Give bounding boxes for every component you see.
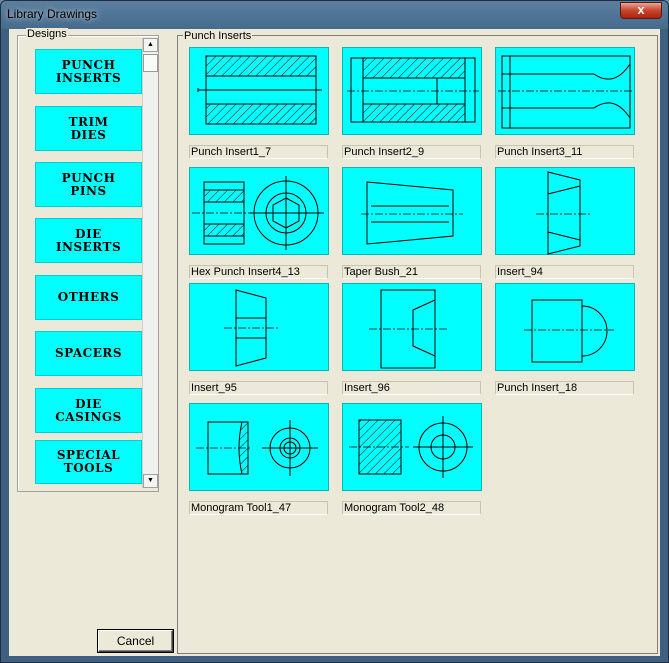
drawing-caption: Insert_96 <box>342 381 481 395</box>
design-button-die-inserts[interactable]: DIE INSERTS <box>35 218 142 263</box>
scroll-down-arrow-icon[interactable]: ▼ <box>143 474 158 488</box>
drawing-card-taper-bush[interactable]: Taper Bush_21 <box>342 167 482 279</box>
designs-group: Designs PUNCH INSERTS TRIM DIES PUNCH PI… <box>17 28 159 492</box>
design-button-others[interactable]: OTHERS <box>35 275 142 320</box>
drawing-caption: Insert_95 <box>189 381 328 395</box>
drawing-card-punch-insert2[interactable]: Punch Insert2_9 <box>342 47 482 159</box>
title-bar[interactable]: Library Drawings x <box>1 1 668 29</box>
punch-insert-3-drawing-icon <box>495 47 635 135</box>
punch-inserts-group-label: Punch Inserts <box>183 30 253 42</box>
taper-bush-drawing-icon <box>342 167 482 255</box>
design-button-punch-inserts[interactable]: PUNCH INSERTS <box>35 49 142 94</box>
drawing-caption: Punch Insert3_11 <box>495 145 634 159</box>
scroll-up-arrow-icon[interactable]: ▲ <box>143 38 158 52</box>
drawing-caption: Taper Bush_21 <box>342 265 481 279</box>
design-button-spacers[interactable]: SPACERS <box>35 331 142 376</box>
punch-insert-2-drawing-icon <box>342 47 482 135</box>
design-button-die-casings[interactable]: DIE CASINGS <box>35 388 142 433</box>
drawing-caption: Monogram Tool1_47 <box>189 501 328 515</box>
insert-94-drawing-icon <box>495 167 635 255</box>
drawing-card-monogram-tool2[interactable]: Monogram Tool2_48 <box>342 403 482 515</box>
scroll-thumb[interactable] <box>143 54 158 72</box>
drawing-card-punch-insert3[interactable]: Punch Insert3_11 <box>495 47 635 159</box>
drawing-caption: Punch Insert_18 <box>495 381 634 395</box>
design-button-trim-dies[interactable]: TRIM DIES <box>35 106 142 151</box>
drawing-card-punch-insert-18[interactable]: Punch Insert_18 <box>495 283 635 395</box>
library-pane: Punch Inserts Punch Insert1_7 Punch Inse… <box>177 30 658 654</box>
drawing-card-insert-95[interactable]: Insert_95 <box>189 283 329 395</box>
design-button-special-tools[interactable]: SPECIAL TOOLS <box>35 440 142 484</box>
drawing-card-punch-insert1[interactable]: Punch Insert1_7 <box>189 47 329 159</box>
punch-insert-1-drawing-icon <box>189 47 329 135</box>
designs-scrollbar[interactable]: ▲ ▼ <box>142 38 158 488</box>
drawing-caption: Insert_94 <box>495 265 634 279</box>
drawing-caption: Hex Punch Insert4_13 <box>189 265 328 279</box>
insert-96-drawing-icon <box>342 283 482 371</box>
cancel-button[interactable]: Cancel <box>97 629 174 653</box>
drawing-caption: Punch Insert2_9 <box>342 145 481 159</box>
hex-punch-insert-drawing-icon <box>189 167 329 255</box>
monogram-tool-1-drawing-icon <box>189 403 329 491</box>
insert-95-drawing-icon <box>189 283 329 371</box>
punch-insert-18-drawing-icon <box>495 283 635 371</box>
drawing-caption: Punch Insert1_7 <box>189 145 328 159</box>
drawing-card-insert-94[interactable]: Insert_94 <box>495 167 635 279</box>
monogram-tool-2-drawing-icon <box>342 403 482 491</box>
dialog-client-area: Designs PUNCH INSERTS TRIM DIES PUNCH PI… <box>9 28 660 656</box>
close-icon: x <box>637 2 645 17</box>
window-title: Library Drawings <box>7 7 98 21</box>
drawing-card-insert-96[interactable]: Insert_96 <box>342 283 482 395</box>
drawing-caption: Monogram Tool2_48 <box>342 501 481 515</box>
drawing-card-monogram-tool1[interactable]: Monogram Tool1_47 <box>189 403 329 515</box>
library-drawings-window: Library Drawings x Designs PUNCH INSERTS… <box>0 0 669 663</box>
drawing-card-hex-punch-insert4[interactable]: Hex Punch Insert4_13 <box>189 167 329 279</box>
design-button-punch-pins[interactable]: PUNCH PINS <box>35 162 142 207</box>
designs-group-label: Designs <box>26 28 68 40</box>
close-button[interactable]: x <box>620 2 662 19</box>
